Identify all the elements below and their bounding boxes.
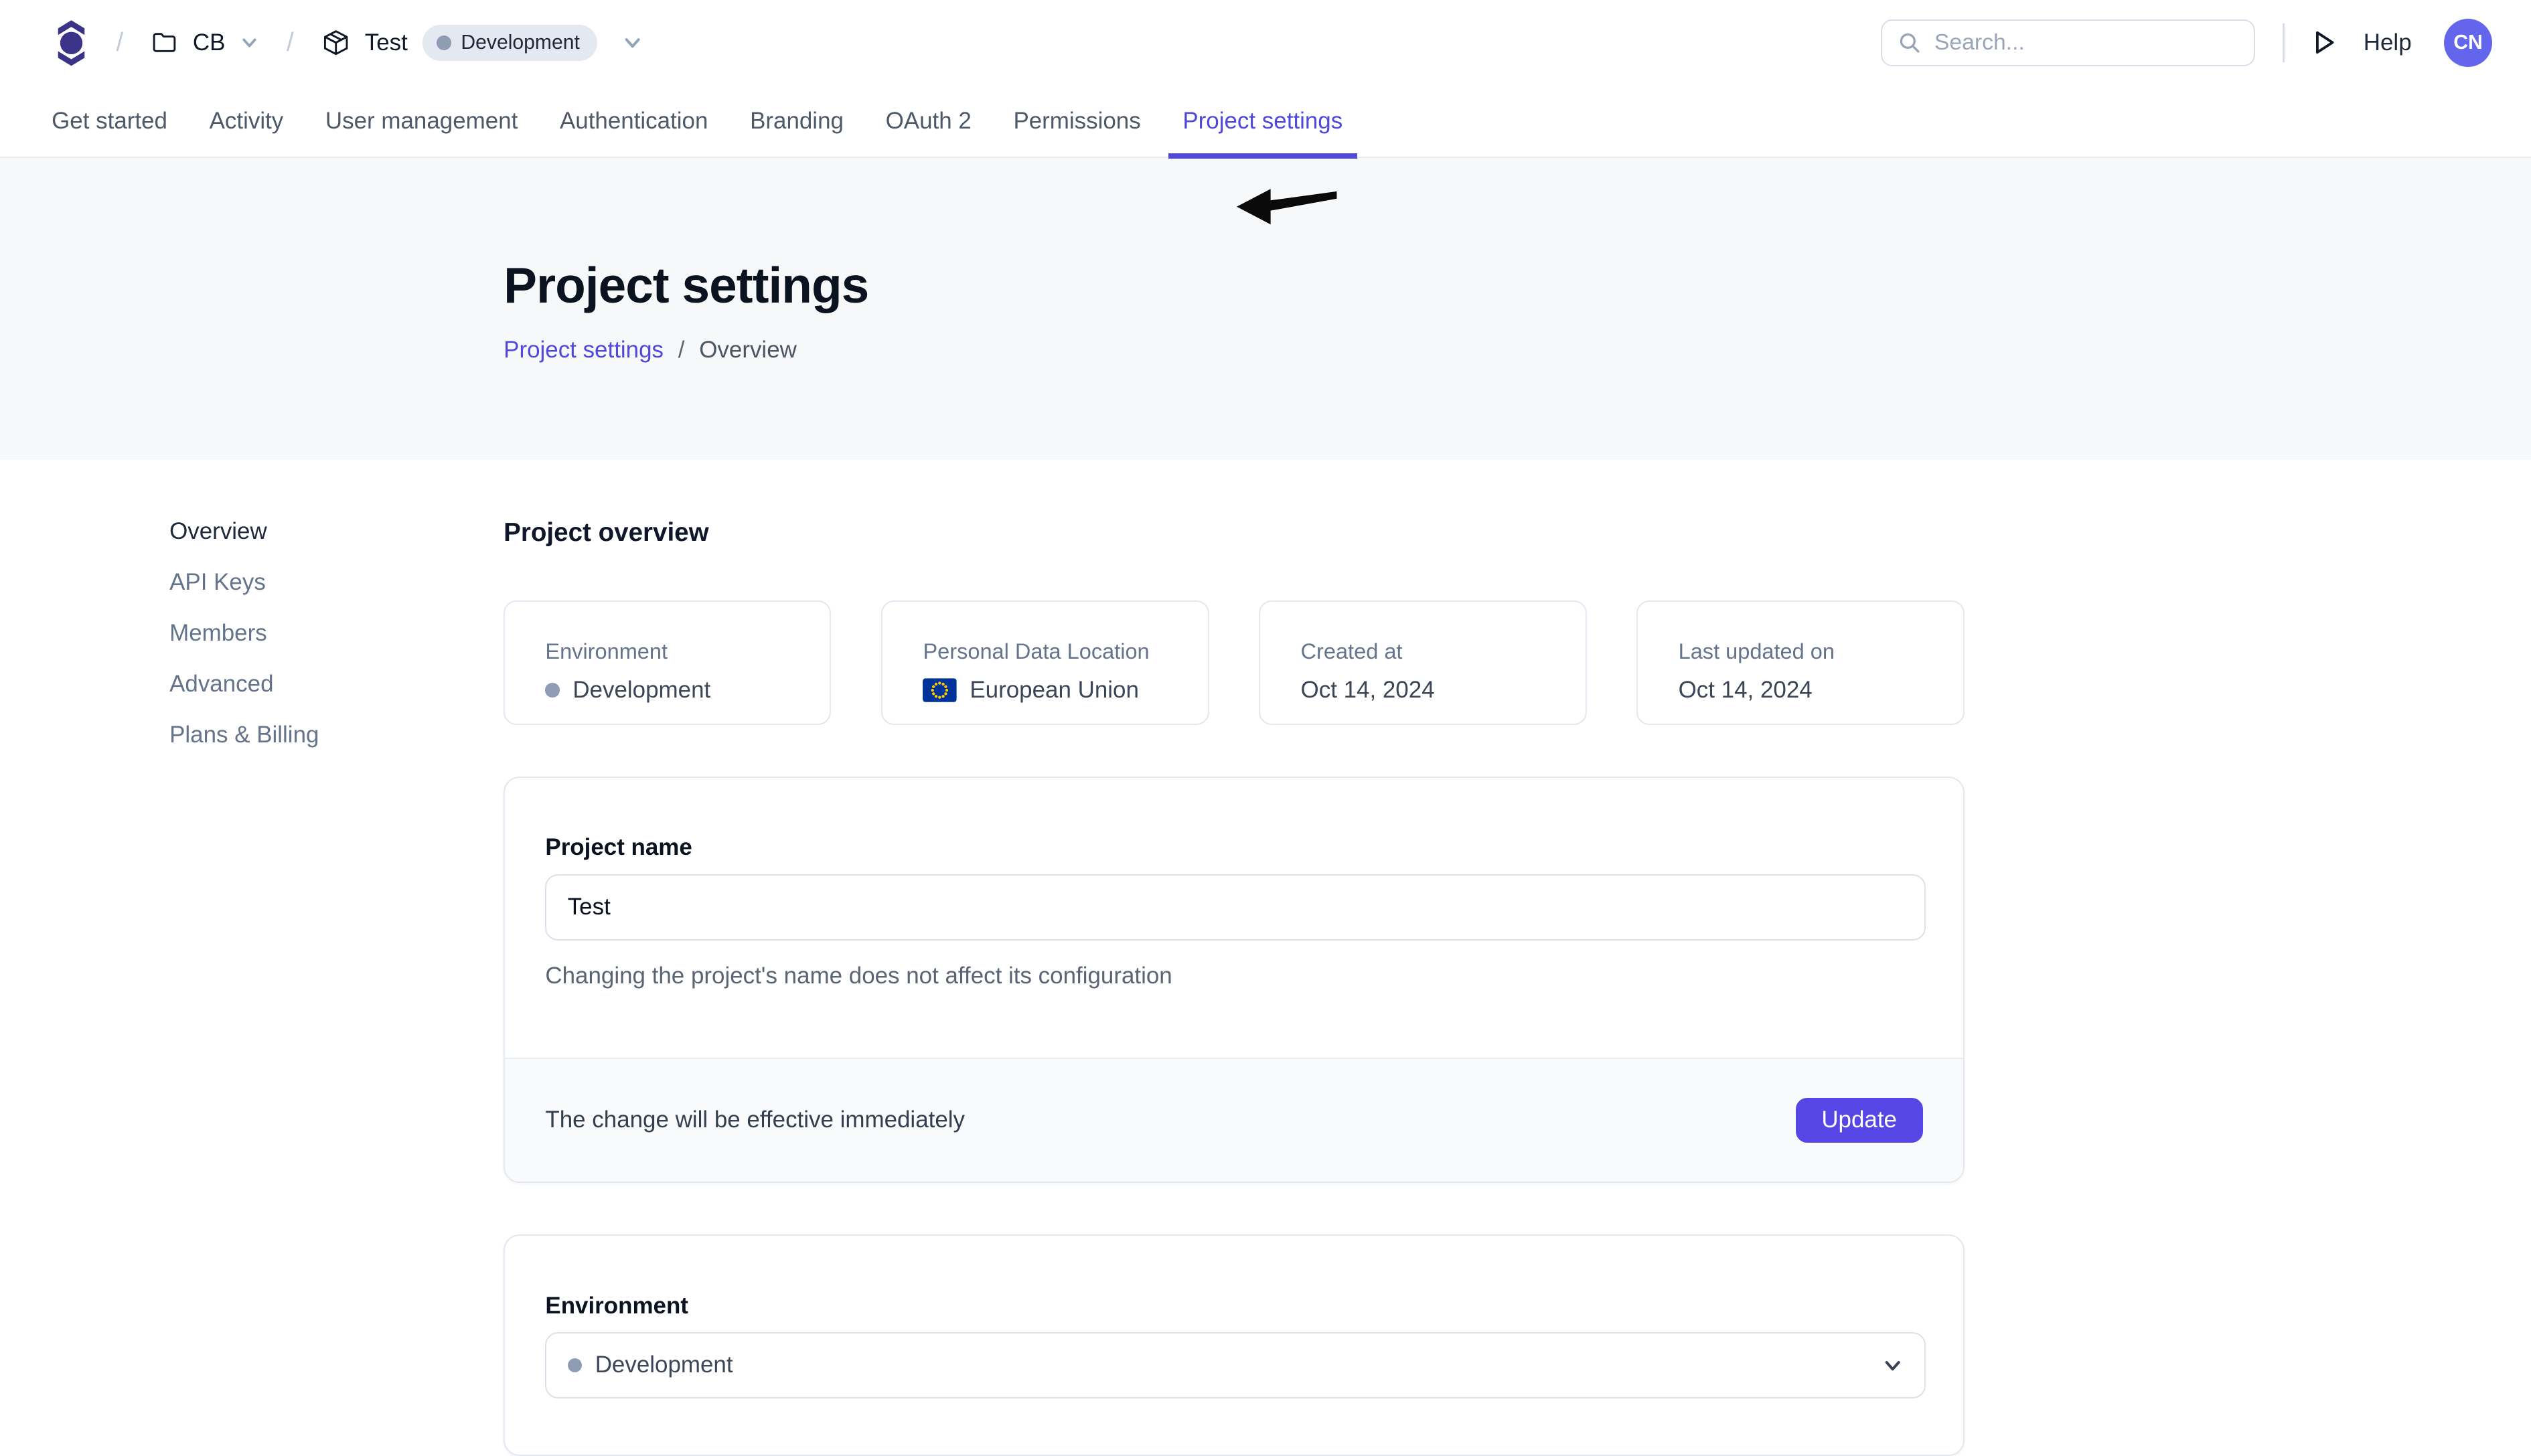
environment-label: Environment: [545, 1293, 1922, 1319]
update-button[interactable]: Update: [1796, 1098, 1923, 1143]
package-icon: [321, 28, 350, 57]
sidebar-item-advanced[interactable]: Advanced: [169, 671, 504, 698]
search-box[interactable]: [1881, 19, 2255, 66]
breadcrumb: Project settings / Overview: [504, 337, 2531, 363]
eu-flag-icon: [923, 678, 957, 702]
info-card-value: Development: [572, 677, 710, 704]
sidebar-item-members[interactable]: Members: [169, 620, 504, 647]
breadcrumb-separator: /: [678, 337, 685, 363]
tab-user-management[interactable]: User management: [305, 86, 539, 157]
play-icon[interactable]: [2312, 29, 2336, 56]
logo-icon[interactable]: [54, 18, 89, 68]
info-card-environment: Environment Development: [504, 600, 831, 725]
info-card-value: European Union: [970, 677, 1139, 704]
info-card-label: Personal Data Location: [923, 639, 1191, 664]
tab-branding[interactable]: Branding: [729, 86, 865, 157]
project-name-label: Project name: [545, 834, 1922, 861]
environment-select-value: Development: [595, 1352, 733, 1378]
environment-badge: Development: [423, 25, 598, 60]
breadcrumb-separator: /: [117, 28, 124, 58]
environment-select[interactable]: Development: [545, 1332, 1925, 1398]
tab-bar: Get started Activity User management Aut…: [0, 86, 2531, 158]
tab-authentication[interactable]: Authentication: [539, 86, 729, 157]
search-input[interactable]: [1934, 29, 2238, 56]
info-card-created-at: Created at Oct 14, 2024: [1259, 600, 1586, 725]
folder-icon: [151, 29, 178, 56]
breadcrumb-link-project-settings[interactable]: Project settings: [504, 337, 664, 363]
top-bar: / CB / Test Development: [0, 0, 2531, 86]
project-name-card: Project name Changing the project's name…: [504, 777, 1965, 1183]
header-divider: [2283, 23, 2284, 62]
main-panel: Project overview Environment Development…: [504, 518, 1965, 1456]
section-title: Project overview: [504, 518, 1965, 548]
info-card-label: Last updated on: [1679, 639, 1947, 664]
tab-permissions[interactable]: Permissions: [992, 86, 1162, 157]
environment-dot-icon: [545, 683, 560, 698]
org-switcher[interactable]: CB: [151, 29, 259, 56]
info-card-data-location: Personal Data Location Europea: [881, 600, 1209, 725]
info-cards-row: Environment Development Personal Data Lo…: [504, 600, 1965, 725]
project-name-card-footer: The change will be effective immediately…: [505, 1058, 1963, 1182]
org-name: CB: [193, 29, 226, 56]
info-card-last-updated: Last updated on Oct 14, 2024: [1636, 600, 1964, 725]
annotation-arrow-icon: [1237, 184, 1340, 229]
project-name-input[interactable]: [545, 874, 1925, 941]
tab-get-started[interactable]: Get started: [31, 86, 188, 157]
chevron-down-icon: [622, 32, 643, 53]
project-name-helper: Changing the project's name does not aff…: [545, 963, 1922, 1057]
footer-note: The change will be effective immediately: [545, 1107, 965, 1133]
info-card-label: Created at: [1301, 639, 1569, 664]
project-name: Test: [365, 29, 408, 56]
info-card-value: Oct 14, 2024: [1301, 677, 1435, 704]
sidebar-item-api-keys[interactable]: API Keys: [169, 569, 504, 596]
sidebar-item-plans-billing[interactable]: Plans & Billing: [169, 722, 504, 748]
search-icon: [1898, 30, 1921, 56]
settings-sidebar: Overview API Keys Members Advanced Plans…: [169, 518, 504, 1456]
environment-dot-icon: [437, 35, 451, 50]
info-card-label: Environment: [545, 639, 814, 664]
sidebar-item-overview[interactable]: Overview: [169, 518, 504, 545]
breadcrumb-current: Overview: [699, 337, 797, 363]
content-area: Overview API Keys Members Advanced Plans…: [0, 460, 2531, 1456]
tab-activity[interactable]: Activity: [188, 86, 304, 157]
tab-oauth2[interactable]: OAuth 2: [864, 86, 992, 157]
project-switcher[interactable]: Test Development: [321, 25, 643, 60]
environment-card: Environment Development: [504, 1234, 1965, 1456]
page-title: Project settings: [504, 256, 2531, 314]
environment-dot-icon: [568, 1358, 583, 1373]
tab-project-settings[interactable]: Project settings: [1162, 86, 1364, 157]
chevron-down-icon: [1882, 1355, 1903, 1376]
environment-badge-label: Development: [461, 31, 580, 54]
chevron-down-icon: [240, 33, 259, 52]
help-link[interactable]: Help: [2364, 29, 2412, 56]
info-card-value: Oct 14, 2024: [1679, 677, 1813, 704]
avatar[interactable]: CN: [2444, 19, 2492, 67]
breadcrumb-separator: /: [287, 28, 294, 58]
